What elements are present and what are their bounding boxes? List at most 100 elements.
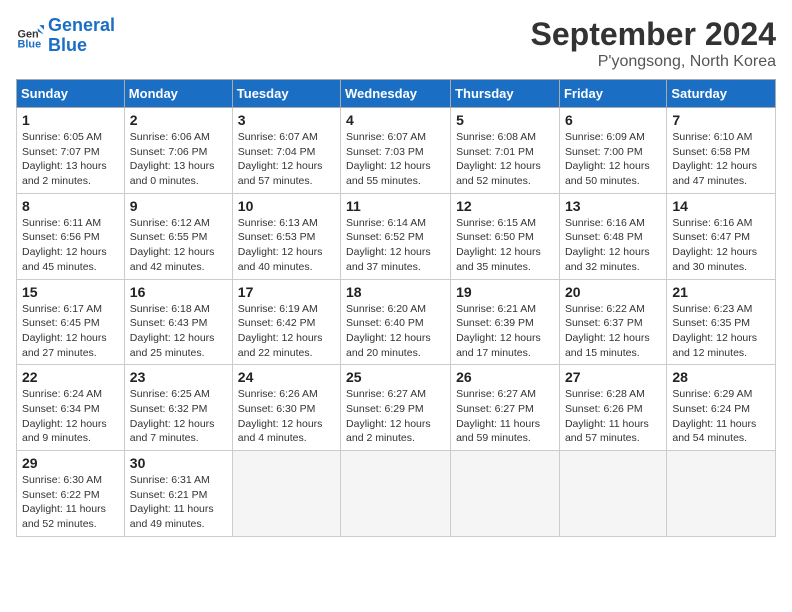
day-number: 1: [22, 112, 119, 128]
calendar-cell: 17Sunrise: 6:19 AM Sunset: 6:42 PM Dayli…: [232, 279, 340, 365]
calendar-cell: 3 Sunrise: 6:07 AM Sunset: 7:04 PM Daylig…: [232, 108, 340, 194]
day-info: Sunrise: 6:31 AM Sunset: 6:21 PM Dayligh…: [130, 473, 227, 532]
day-number: 26: [456, 369, 554, 385]
calendar-cell: 14 Sunrise: 6:16 AM Sunset: 6:47 PM Dayli…: [667, 193, 776, 279]
day-info: Sunrise: 6:18 AM Sunset: 6:43 PM Dayligh…: [130, 302, 227, 361]
day-info: Sunrise: 6:24 AM Sunset: 6:34 PM Dayligh…: [22, 387, 119, 446]
day-number: 2: [130, 112, 227, 128]
svg-text:Blue: Blue: [18, 38, 42, 49]
day-info: Sunrise: 6:25 AM Sunset: 6:32 PM Dayligh…: [130, 387, 227, 446]
day-number: 9: [130, 198, 227, 214]
day-info: Sunrise: 6:17 AM Sunset: 6:45 PM Dayligh…: [22, 302, 119, 361]
day-number: 16: [130, 284, 227, 300]
calendar-cell: 26 Sunrise: 6:27 AM Sunset: 6:27 PM Dayli…: [451, 365, 560, 451]
calendar-cell: 28 Sunrise: 6:29 AM Sunset: 6:24 PM Dayli…: [667, 365, 776, 451]
calendar-cell: [451, 451, 560, 537]
day-info: Sunrise: 6:16 AM Sunset: 6:48 PM Dayligh…: [565, 216, 661, 275]
day-number: 14: [672, 198, 770, 214]
day-number: 30: [130, 455, 227, 471]
weekday-header-cell: Monday: [124, 80, 232, 108]
day-info: Sunrise: 6:27 AM Sunset: 6:27 PM Dayligh…: [456, 387, 554, 446]
day-info: Sunrise: 6:27 AM Sunset: 6:29 PM Dayligh…: [346, 387, 445, 446]
day-info: Sunrise: 6:15 AM Sunset: 6:50 PM Dayligh…: [456, 216, 554, 275]
day-info: Sunrise: 6:29 AM Sunset: 6:24 PM Dayligh…: [672, 387, 770, 446]
day-number: 8: [22, 198, 119, 214]
weekday-header-cell: Sunday: [17, 80, 125, 108]
calendar-cell: [559, 451, 666, 537]
day-info: Sunrise: 6:09 AM Sunset: 7:00 PM Dayligh…: [565, 130, 661, 189]
day-number: 21: [672, 284, 770, 300]
day-number: 13: [565, 198, 661, 214]
day-number: 12: [456, 198, 554, 214]
calendar-week-row: 8 Sunrise: 6:11 AM Sunset: 6:56 PM Daylig…: [17, 193, 776, 279]
day-number: 28: [672, 369, 770, 385]
title-area: September 2024 P'yongsong, North Korea: [531, 16, 776, 71]
calendar-cell: 2 Sunrise: 6:06 AM Sunset: 7:06 PM Daylig…: [124, 108, 232, 194]
weekday-header-cell: Tuesday: [232, 80, 340, 108]
day-number: 15: [22, 284, 119, 300]
day-info: Sunrise: 6:11 AM Sunset: 6:56 PM Dayligh…: [22, 216, 119, 275]
logo: Gen Blue General Blue: [16, 16, 115, 56]
calendar-cell: [232, 451, 340, 537]
calendar-cell: 5 Sunrise: 6:08 AM Sunset: 7:01 PM Daylig…: [451, 108, 560, 194]
day-info: Sunrise: 6:07 AM Sunset: 7:03 PM Dayligh…: [346, 130, 445, 189]
day-info: Sunrise: 6:12 AM Sunset: 6:55 PM Dayligh…: [130, 216, 227, 275]
calendar-cell: 23 Sunrise: 6:25 AM Sunset: 6:32 PM Dayli…: [124, 365, 232, 451]
calendar-week-row: 15 Sunrise: 6:17 AM Sunset: 6:45 PM Dayli…: [17, 279, 776, 365]
day-info: Sunrise: 6:08 AM Sunset: 7:01 PM Dayligh…: [456, 130, 554, 189]
day-info: Sunrise: 6:16 AM Sunset: 6:47 PM Dayligh…: [672, 216, 770, 275]
day-number: 22: [22, 369, 119, 385]
calendar-cell: 20 Sunrise: 6:22 AM Sunset: 6:37 PM Dayli…: [559, 279, 666, 365]
calendar-cell: 11 Sunrise: 6:14 AM Sunset: 6:52 PM Dayli…: [341, 193, 451, 279]
day-number: 18: [346, 284, 445, 300]
day-info: Sunrise: 6:06 AM Sunset: 7:06 PM Dayligh…: [130, 130, 227, 189]
day-number: 6: [565, 112, 661, 128]
calendar-cell: 8 Sunrise: 6:11 AM Sunset: 6:56 PM Daylig…: [17, 193, 125, 279]
day-number: 4: [346, 112, 445, 128]
day-info: Sunrise: 6:07 AM Sunset: 7:04 PM Dayligh…: [238, 130, 335, 189]
day-info: Sunrise: 6:14 AM Sunset: 6:52 PM Dayligh…: [346, 216, 445, 275]
logo-icon: Gen Blue: [16, 22, 44, 50]
logo-line2: Blue: [48, 35, 87, 55]
day-info: Sunrise: 6:21 AM Sunset: 6:39 PM Dayligh…: [456, 302, 554, 361]
calendar-cell: 21 Sunrise: 6:23 AM Sunset: 6:35 PM Dayli…: [667, 279, 776, 365]
day-info: Sunrise: 6:05 AM Sunset: 7:07 PM Dayligh…: [22, 130, 119, 189]
day-info: Sunrise: 6:22 AM Sunset: 6:37 PM Dayligh…: [565, 302, 661, 361]
day-info: Sunrise: 6:13 AM Sunset: 6:53 PM Dayligh…: [238, 216, 335, 275]
day-info: Sunrise: 6:26 AM Sunset: 6:30 PM Dayligh…: [238, 387, 335, 446]
day-number: 20: [565, 284, 661, 300]
calendar-cell: 24Sunrise: 6:26 AM Sunset: 6:30 PM Dayli…: [232, 365, 340, 451]
calendar-cell: 10Sunrise: 6:13 AM Sunset: 6:53 PM Dayli…: [232, 193, 340, 279]
calendar-cell: 9 Sunrise: 6:12 AM Sunset: 6:55 PM Daylig…: [124, 193, 232, 279]
day-number: 23: [130, 369, 227, 385]
calendar-week-row: 22 Sunrise: 6:24 AM Sunset: 6:34 PM Dayli…: [17, 365, 776, 451]
day-number: 7: [672, 112, 770, 128]
day-info: Sunrise: 6:30 AM Sunset: 6:22 PM Dayligh…: [22, 473, 119, 532]
day-number: 17: [238, 284, 335, 300]
day-number: 19: [456, 284, 554, 300]
day-info: Sunrise: 6:10 AM Sunset: 6:58 PM Dayligh…: [672, 130, 770, 189]
day-number: 3: [238, 112, 335, 128]
weekday-header-cell: Friday: [559, 80, 666, 108]
day-number: 5: [456, 112, 554, 128]
day-number: 11: [346, 198, 445, 214]
calendar-week-row: 29Sunrise: 6:30 AM Sunset: 6:22 PM Dayli…: [17, 451, 776, 537]
day-info: Sunrise: 6:23 AM Sunset: 6:35 PM Dayligh…: [672, 302, 770, 361]
calendar-cell: 15 Sunrise: 6:17 AM Sunset: 6:45 PM Dayli…: [17, 279, 125, 365]
calendar-cell: 1 Sunrise: 6:05 AM Sunset: 7:07 PM Daylig…: [17, 108, 125, 194]
calendar-cell: 16 Sunrise: 6:18 AM Sunset: 6:43 PM Dayli…: [124, 279, 232, 365]
calendar-table: SundayMondayTuesdayWednesdayThursdayFrid…: [16, 79, 776, 537]
calendar-cell: 27 Sunrise: 6:28 AM Sunset: 6:26 PM Dayli…: [559, 365, 666, 451]
day-info: Sunrise: 6:28 AM Sunset: 6:26 PM Dayligh…: [565, 387, 661, 446]
day-info: Sunrise: 6:20 AM Sunset: 6:40 PM Dayligh…: [346, 302, 445, 361]
calendar-cell: 7 Sunrise: 6:10 AM Sunset: 6:58 PM Daylig…: [667, 108, 776, 194]
weekday-header-cell: Saturday: [667, 80, 776, 108]
weekday-header-row: SundayMondayTuesdayWednesdayThursdayFrid…: [17, 80, 776, 108]
weekday-header-cell: Wednesday: [341, 80, 451, 108]
page-header: Gen Blue General Blue September 2024 P'y…: [16, 16, 776, 71]
location-title: P'yongsong, North Korea: [531, 53, 776, 71]
month-title: September 2024: [531, 16, 776, 53]
calendar-cell: 4 Sunrise: 6:07 AM Sunset: 7:03 PM Daylig…: [341, 108, 451, 194]
calendar-body: 1 Sunrise: 6:05 AM Sunset: 7:07 PM Daylig…: [17, 108, 776, 537]
day-number: 27: [565, 369, 661, 385]
